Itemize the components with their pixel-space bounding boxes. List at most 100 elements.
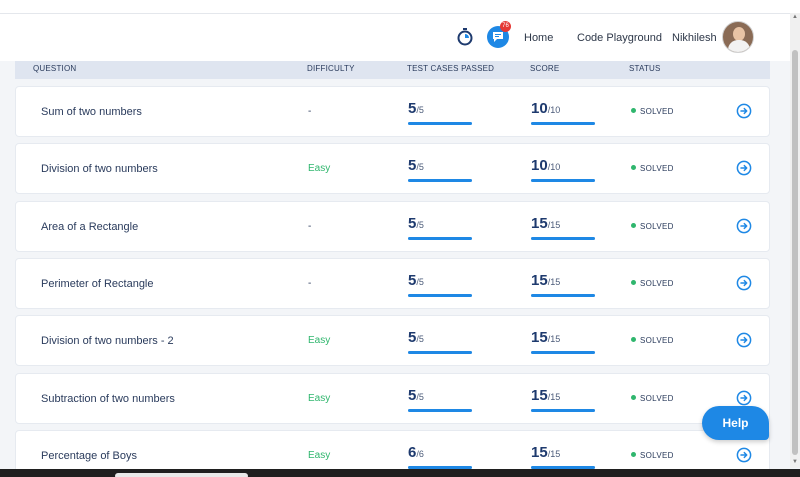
avatar-face (733, 27, 745, 41)
avatar[interactable] (722, 21, 754, 53)
score-value: 10 (531, 157, 548, 175)
status-text: SOLVED (640, 393, 674, 403)
score-progress-bar (531, 179, 595, 183)
test-cases-total: /5 (416, 334, 424, 345)
header-score: SCORE (530, 64, 560, 73)
score-progress-fill (531, 351, 595, 355)
score-total: /15 (547, 219, 561, 230)
question-title[interactable]: Area of a Rectangle (41, 221, 138, 233)
test-cases-progress-fill (408, 236, 472, 240)
status-text: SOLVED (640, 107, 674, 116)
difficulty-label: - (308, 220, 312, 232)
difficulty-label: Easy (308, 449, 331, 461)
scroll-up-icon[interactable]: ▲ (790, 14, 800, 22)
question-title[interactable]: Subtraction of two numbers (41, 393, 175, 405)
arrow-right-circle-icon[interactable] (736, 332, 752, 348)
nav-link-home[interactable]: Home (524, 32, 553, 44)
score-progress-bar (531, 122, 595, 125)
score-value: 15 (531, 271, 548, 289)
score: 15/15 (531, 271, 595, 297)
score: 15/15 (531, 443, 595, 469)
test-cases-progress-bar (408, 122, 472, 125)
status-badge: SOLVED (631, 164, 674, 173)
status-badge: SOLVED (631, 107, 674, 116)
test-cases-total: /5 (416, 391, 424, 402)
test-cases-progress-fill (408, 179, 472, 183)
arrow-right-circle-icon[interactable] (736, 447, 752, 463)
score-total: /10 (547, 105, 561, 115)
avatar-shirt (728, 40, 750, 52)
test-cases-progress-bar (408, 236, 472, 240)
status-dot (631, 337, 636, 343)
test-cases-passed: 5/5 (408, 157, 472, 183)
test-cases-passed: 5/5 (408, 329, 472, 355)
question-title[interactable]: Division of two numbers (41, 163, 158, 175)
test-cases-total: /6 (416, 448, 424, 459)
table-row[interactable]: Sum of two numbers - 5/5 10/10 SOLVED (15, 86, 770, 137)
status-dot (631, 451, 636, 457)
header-test-cases: TEST CASES PASSED (407, 64, 495, 73)
status-badge: SOLVED (631, 451, 674, 460)
status-badge: SOLVED (631, 336, 674, 345)
question-title[interactable]: Perimeter of Rectangle (41, 278, 154, 290)
question-title[interactable]: Division of two numbers - 2 (41, 335, 174, 347)
test-cases-passed: 5/5 (408, 100, 472, 125)
help-button[interactable]: Help (702, 406, 769, 440)
test-cases-passed: 6/6 (408, 444, 472, 469)
score: 10/10 (531, 157, 595, 183)
arrow-right-circle-icon[interactable] (736, 160, 752, 176)
difficulty-label: Easy (308, 335, 331, 347)
score-total: /15 (547, 276, 561, 287)
test-cases-progress-bar (408, 351, 472, 355)
arrow-right-circle-icon[interactable] (736, 275, 752, 291)
scroll-down-icon[interactable]: ▼ (790, 459, 800, 467)
header-question: QUESTION (33, 64, 77, 73)
score-value: 15 (531, 443, 548, 461)
status-text: SOLVED (640, 164, 674, 174)
status-text: SOLVED (640, 336, 674, 346)
status-dot (631, 394, 636, 400)
score-total: /15 (547, 448, 561, 459)
test-cases-progress-fill (408, 293, 472, 297)
table-row[interactable]: Perimeter of Rectangle - 5/5 15/15 SOLVED (15, 257, 770, 309)
status-text: SOLVED (640, 278, 674, 288)
scrollbar-thumb[interactable] (792, 50, 798, 455)
score-progress-fill (531, 122, 595, 125)
question-title[interactable]: Sum of two numbers (41, 106, 142, 118)
stopwatch-icon[interactable] (457, 28, 473, 46)
score-value: 15 (531, 386, 548, 404)
header-status: STATUS (629, 64, 661, 73)
score-progress-bar (531, 408, 595, 412)
status-dot (631, 165, 636, 171)
arrow-right-circle-icon[interactable] (736, 103, 752, 119)
test-cases-total: /5 (416, 162, 424, 173)
status-dot (631, 222, 636, 228)
nav-link-code-playground[interactable]: Code Playground (577, 32, 662, 44)
arrow-right-circle-icon[interactable] (736, 218, 752, 234)
taskbar-item[interactable] (115, 473, 248, 477)
test-cases-passed: 5/5 (408, 387, 472, 412)
score: 15/15 (531, 386, 595, 412)
score: 15/15 (531, 215, 595, 240)
user-name[interactable]: Nikhilesh (672, 32, 717, 44)
top-navbar: 76 Home Code Playground Nikhilesh (0, 13, 790, 61)
test-cases-total: /5 (416, 105, 424, 115)
difficulty-label: Easy (308, 392, 331, 404)
score: 15/15 (531, 329, 595, 355)
score-progress-fill (531, 408, 595, 412)
status-text: SOLVED (640, 221, 674, 231)
test-cases-progress-bar (408, 293, 472, 297)
test-cases-progress-bar (408, 408, 472, 412)
question-title[interactable]: Percentage of Boys (41, 450, 137, 462)
status-badge: SOLVED (631, 222, 674, 231)
table-row[interactable]: Subtraction of two numbers Easy 5/5 15/15 SO… (15, 372, 770, 424)
test-cases-progress-fill (408, 408, 472, 412)
test-cases-total: /5 (416, 219, 424, 230)
status-badge: SOLVED (631, 279, 674, 288)
table-row[interactable]: Area of a Rectangle - 5/5 15/15 SOLVED (15, 200, 770, 252)
arrow-right-circle-icon[interactable] (736, 390, 752, 406)
table-row[interactable]: Division of two numbers - 2 Easy 5/5 15/15 S… (15, 315, 770, 367)
chat-bubble-icon (493, 32, 503, 42)
table-header: QUESTION DIFFICULTY TEST CASES PASSED SC… (15, 61, 770, 79)
table-row[interactable]: Division of two numbers Easy 5/5 10/10 SOLVE… (15, 143, 770, 195)
